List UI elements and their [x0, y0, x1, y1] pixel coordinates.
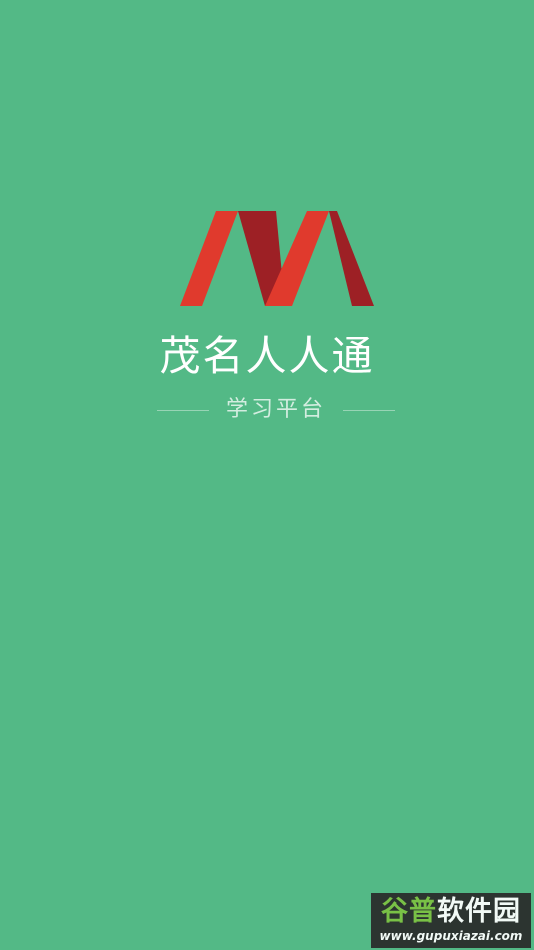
logo-right-fold — [329, 211, 374, 306]
site-watermark: 谷普软件园 www.gupuxiazai.com — [371, 893, 531, 948]
watermark-url: www.gupuxiazai.com — [379, 929, 523, 943]
app-subtitle: 学习平台 — [225, 397, 326, 422]
subtitle-divider-right — [342, 409, 395, 411]
app-title: 茂名人人通 — [159, 332, 375, 380]
logo-left-stroke — [180, 211, 238, 306]
splash-screen: 茂名人人通 学习平台 谷普软件园 www.gupuxiazai.com — [0, 0, 534, 950]
subtitle-row: 学习平台 — [157, 395, 395, 425]
watermark-brand-part1: 谷普 — [381, 896, 437, 927]
watermark-brand: 谷普软件园 — [371, 895, 531, 929]
app-logo-icon — [180, 211, 374, 306]
watermark-brand-part2: 软件园 — [437, 896, 521, 927]
subtitle-divider-left — [157, 409, 209, 411]
